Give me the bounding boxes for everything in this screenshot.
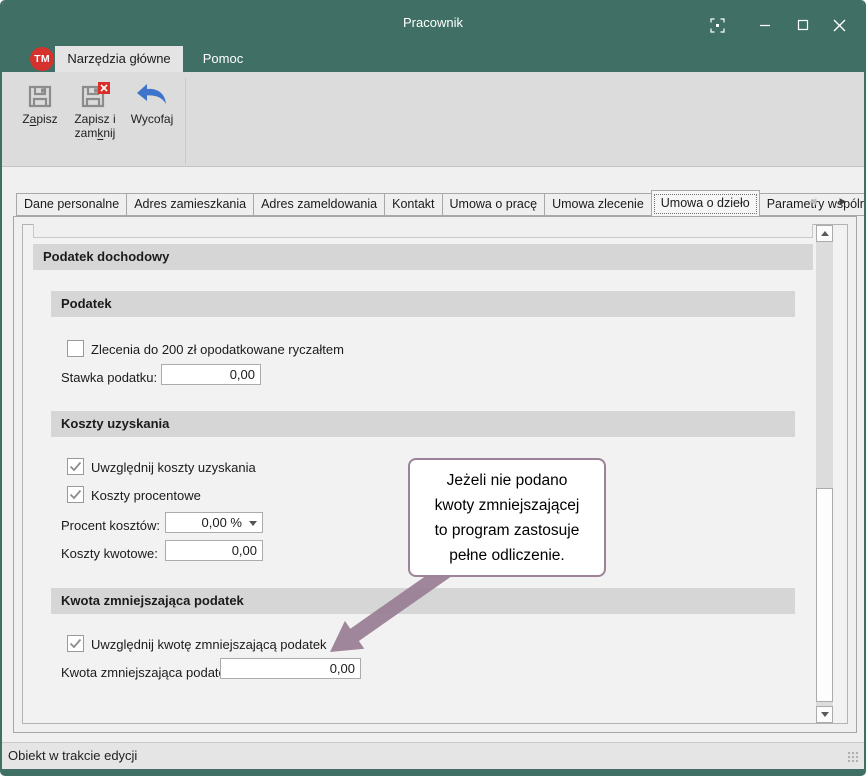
section-header-kwota-zmniejszajaca: Kwota zmniejszająca podatek (51, 588, 795, 614)
callout-line: to program zastosuje (410, 518, 604, 543)
undo-button-label: Wycofaj (131, 112, 174, 126)
annotation-callout: Jeżeli nie podano kwoty zmniejszającej t… (408, 458, 606, 577)
ribbon-group-separator (185, 78, 186, 164)
titlebar: Pracownik (2, 0, 864, 46)
checkbox-koszty-procentowe[interactable] (67, 486, 84, 503)
callout-line: pełne odliczenie. (410, 543, 604, 568)
status-bar: Obiekt w trakcie edycji (2, 742, 864, 769)
resize-grip-icon[interactable] (848, 752, 858, 762)
checkbox-uwzglednij-kwote-label[interactable]: Uwzględnij kwotę zmniejszającą podatek (91, 636, 327, 653)
check-icon (69, 638, 82, 649)
window-title: Pracownik (2, 15, 864, 30)
koszty-kwotowe-label: Koszty kwotowe: (61, 545, 158, 562)
procent-kosztow-combobox[interactable]: 0,00 % (165, 512, 263, 533)
app-logo: TM (30, 47, 54, 71)
app-window: Pracownik TM (0, 0, 866, 776)
save-button-label: Zapisz (22, 112, 57, 126)
stawka-podatku-label: Stawka podatku: (61, 369, 157, 386)
procent-kosztow-label: Procent kosztów: (61, 517, 160, 534)
maximize-icon (797, 19, 809, 31)
checkbox-uwzglednij-koszty-label[interactable]: Uwzględnij koszty uzyskania (91, 459, 256, 476)
check-icon (69, 489, 82, 500)
close-icon (833, 19, 846, 32)
content-scroll-area: Podatek dochodowy Podatek Zlecenia do 20… (22, 224, 848, 724)
kwota-zmniejszajaca-label: Kwota zmniejszająca podatek: (61, 664, 236, 681)
checkbox-uwzglednij-koszty[interactable] (67, 458, 84, 475)
screenshot-button[interactable] (704, 14, 730, 36)
triangle-up-icon (821, 231, 829, 236)
minimize-button[interactable] (752, 14, 778, 36)
ribbon: Zapisz Zapisz i zamknij Wycof (2, 72, 864, 167)
save-and-close-button[interactable]: Zapisz i zamknij (66, 76, 124, 154)
koszty-kwotowe-input[interactable] (165, 540, 263, 561)
scroll-down-button[interactable] (816, 706, 833, 723)
chevron-down-icon (249, 521, 257, 526)
scrolled-out-control (33, 224, 813, 238)
ribbon-tab-help[interactable]: Pomoc (188, 46, 258, 72)
procent-kosztow-value: 0,00 % (202, 515, 242, 530)
scrollbar-thumb[interactable] (816, 488, 833, 702)
save-close-icon (79, 82, 111, 110)
stawka-podatku-input[interactable] (161, 364, 261, 385)
callout-line: Jeżeli nie podano (410, 468, 604, 493)
vertical-scrollbar[interactable] (816, 225, 833, 723)
scroll-up-button[interactable] (816, 225, 833, 242)
save-and-close-label: Zapisz i zamknij (74, 112, 115, 140)
tab-dane-personalne[interactable]: Dane personalne (16, 193, 127, 216)
minimize-icon (759, 19, 771, 31)
kwota-zmniejszajaca-input[interactable] (220, 658, 361, 679)
tab-strip: Dane personalne Adres zamieszkania Adres… (16, 190, 866, 216)
tab-umowa-zlecenie[interactable]: Umowa zlecenie (544, 193, 652, 216)
section-header-podatek-dochodowy: Podatek dochodowy (33, 244, 813, 270)
close-button[interactable] (826, 14, 852, 36)
save-icon (26, 82, 54, 110)
undo-button[interactable]: Wycofaj (124, 76, 180, 154)
check-icon (69, 461, 82, 472)
section-header-koszty-uzyskania: Koszty uzyskania (51, 411, 795, 437)
callout-line: kwoty zmniejszającej (410, 493, 604, 518)
status-text: Obiekt w trakcie edycji (8, 748, 137, 763)
tab-adres-zameldowania[interactable]: Adres zameldowania (253, 193, 385, 216)
section-header-podatek: Podatek (51, 291, 795, 317)
tab-scroll-left-icon[interactable]: ◀ (806, 195, 820, 207)
tab-kontakt[interactable]: Kontakt (384, 193, 442, 216)
ribbon-tab-row: TM Narzędzia główne Pomoc (2, 46, 864, 72)
ribbon-tab-home[interactable]: Narzędzia główne (55, 46, 183, 72)
screenshot-icon (710, 18, 725, 33)
tab-umowa-o-prace[interactable]: Umowa o pracę (442, 193, 546, 216)
maximize-button[interactable] (790, 14, 816, 36)
checkbox-uwzglednij-kwote[interactable] (67, 635, 84, 652)
save-button[interactable]: Zapisz (14, 76, 66, 154)
tab-scroll-right-icon[interactable]: ▶ (836, 195, 850, 207)
checkbox-zlecenia-ryczalt-label[interactable]: Zlecenia do 200 zł opodatkowane ryczałte… (91, 341, 344, 358)
checkbox-zlecenia-ryczalt[interactable] (67, 340, 84, 357)
triangle-down-icon (821, 712, 829, 717)
checkbox-koszty-procentowe-label[interactable]: Koszty procentowe (91, 487, 201, 504)
tab-adres-zamieszkania[interactable]: Adres zamieszkania (126, 193, 254, 216)
tab-umowa-o-dzielo[interactable]: Umowa o dzieło (651, 190, 760, 216)
undo-icon (135, 82, 169, 110)
